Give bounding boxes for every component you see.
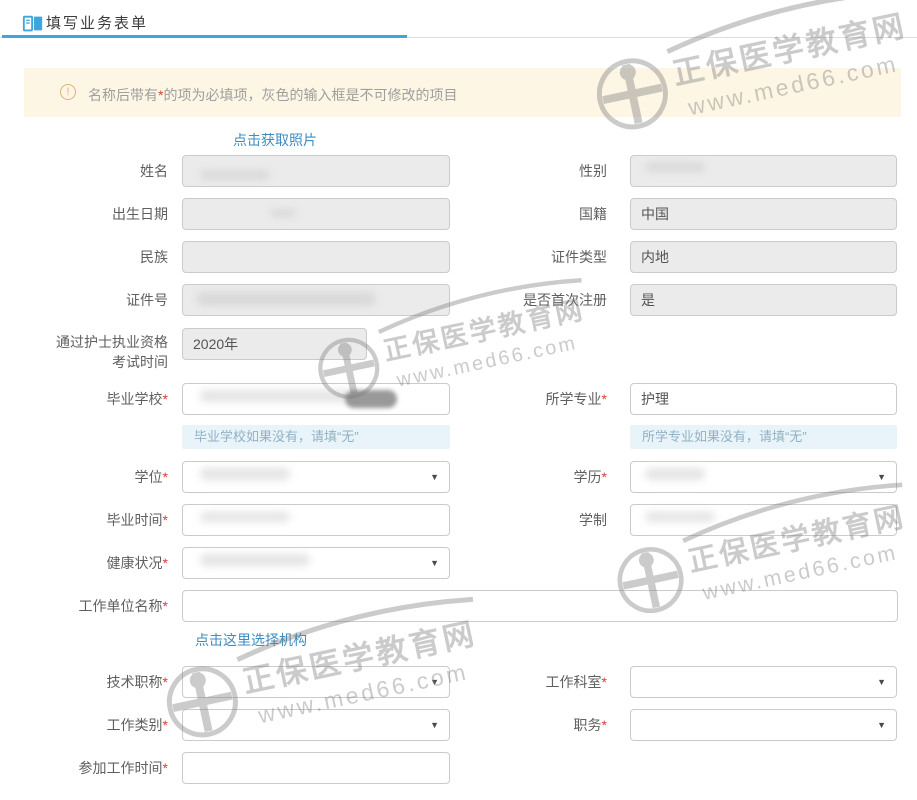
dropdown-arrow-icon: ▼ xyxy=(430,677,439,687)
id-number-label: 证件号 xyxy=(20,284,168,316)
degree-label: 学位* xyxy=(20,461,168,493)
schooling-field[interactable] xyxy=(630,504,897,536)
education-label-text: 学历 xyxy=(574,469,602,485)
dropdown-arrow-icon: ▼ xyxy=(430,472,439,482)
department-label-text: 工作科室 xyxy=(546,674,602,690)
first-registration-field[interactable] xyxy=(630,284,897,316)
education-select[interactable]: ▼ xyxy=(630,461,897,493)
department-label: 工作科室* xyxy=(450,666,607,698)
department-select[interactable]: ▼ xyxy=(630,666,897,698)
work-start-label-text: 参加工作时间 xyxy=(79,760,163,776)
graduation-time-required-star: * xyxy=(163,512,168,528)
gender-label: 性别 xyxy=(450,155,607,187)
major-hint: 所学专业如果没有，请填“无” xyxy=(630,425,897,449)
work-unit-label-text: 工作单位名称 xyxy=(79,598,163,614)
position-label-text: 职务 xyxy=(574,717,602,733)
exam-time-label-line2: 考试时间 xyxy=(112,354,168,370)
graduation-time-label: 毕业时间* xyxy=(20,504,168,536)
position-select[interactable]: ▼ xyxy=(630,709,897,741)
info-circle-icon: ! xyxy=(60,84,76,100)
work-unit-field[interactable] xyxy=(182,590,898,622)
tech-title-label-text: 技术职称 xyxy=(107,674,163,690)
work-category-label: 工作类别* xyxy=(20,709,168,741)
book-icon xyxy=(22,13,44,35)
work-unit-label: 工作单位名称* xyxy=(20,590,168,622)
dropdown-arrow-icon: ▼ xyxy=(877,677,886,687)
dropdown-arrow-icon: ▼ xyxy=(877,472,886,482)
dropdown-arrow-icon: ▼ xyxy=(430,720,439,730)
major-required-star: * xyxy=(602,391,607,407)
name-label: 姓名 xyxy=(20,155,168,187)
school-field[interactable] xyxy=(182,383,450,415)
nationality-field[interactable] xyxy=(630,198,897,230)
get-photo-link[interactable]: 点击获取照片 xyxy=(233,130,317,150)
education-required-star: * xyxy=(602,469,607,485)
work-unit-required-star: * xyxy=(163,598,168,614)
health-status-required-star: * xyxy=(163,555,168,571)
degree-required-star: * xyxy=(163,469,168,485)
header-divider-accent xyxy=(2,35,407,38)
dropdown-arrow-icon: ▼ xyxy=(430,558,439,568)
tech-title-select[interactable]: ▼ xyxy=(182,666,450,698)
graduation-time-field[interactable] xyxy=(182,504,450,536)
select-org-link[interactable]: 点击这里选择机构 xyxy=(195,630,307,650)
gender-field[interactable] xyxy=(630,155,897,187)
work-start-required-star: * xyxy=(163,760,168,776)
school-required-star: * xyxy=(163,391,168,407)
position-label: 职务* xyxy=(450,709,607,741)
education-label: 学历* xyxy=(450,461,607,493)
exam-time-field[interactable] xyxy=(182,328,367,360)
work-start-label: 参加工作时间* xyxy=(20,752,168,784)
birth-date-label: 出生日期 xyxy=(20,198,168,230)
graduation-time-label-text: 毕业时间 xyxy=(107,512,163,528)
notice-suffix: 的项为必填项，灰色的输入框是不可修改的项目 xyxy=(163,87,457,103)
required-fields-notice: ! 名称后带有*的项为必填项，灰色的输入框是不可修改的项目 xyxy=(24,68,901,117)
notice-text: 名称后带有*的项为必填项，灰色的输入框是不可修改的项目 xyxy=(88,85,457,105)
nationality-label: 国籍 xyxy=(450,198,607,230)
schooling-label: 学制 xyxy=(450,504,607,536)
health-status-label-text: 健康状况 xyxy=(107,555,163,571)
business-form-page: 填写业务表单 ! 名称后带有*的项为必填项，灰色的输入框是不可修改的项目 点击获… xyxy=(0,0,917,800)
exam-time-label: 通过护士执业资格 考试时间 xyxy=(20,332,168,372)
position-required-star: * xyxy=(602,717,607,733)
exam-time-label-line1: 通过护士执业资格 xyxy=(56,334,168,350)
school-label: 毕业学校* xyxy=(20,383,168,415)
work-start-field[interactable] xyxy=(182,752,450,784)
id-type-label: 证件类型 xyxy=(450,241,607,273)
school-hint: 毕业学校如果没有，请填“无” xyxy=(182,425,450,449)
major-label: 所学专业* xyxy=(450,383,607,415)
dropdown-arrow-icon: ▼ xyxy=(877,720,886,730)
notice-prefix: 名称后带有 xyxy=(88,87,158,103)
name-field[interactable] xyxy=(182,155,450,187)
major-label-text: 所学专业 xyxy=(546,391,602,407)
first-registration-label: 是否首次注册 xyxy=(450,284,607,316)
major-field[interactable] xyxy=(630,383,897,415)
ethnicity-field[interactable] xyxy=(182,241,450,273)
id-number-field[interactable] xyxy=(182,284,450,316)
school-label-text: 毕业学校 xyxy=(107,391,163,407)
work-category-select[interactable]: ▼ xyxy=(182,709,450,741)
health-status-label: 健康状况* xyxy=(20,547,168,579)
page-title: 填写业务表单 xyxy=(46,12,148,33)
birth-date-field[interactable] xyxy=(182,198,450,230)
work-category-label-text: 工作类别 xyxy=(107,717,163,733)
degree-label-text: 学位 xyxy=(135,469,163,485)
degree-select[interactable]: ▼ xyxy=(182,461,450,493)
health-status-select[interactable]: ▼ xyxy=(182,547,450,579)
tech-title-required-star: * xyxy=(163,674,168,690)
id-type-field[interactable] xyxy=(630,241,897,273)
ethnicity-label: 民族 xyxy=(20,241,168,273)
tech-title-label: 技术职称* xyxy=(20,666,168,698)
department-required-star: * xyxy=(602,674,607,690)
work-category-required-star: * xyxy=(163,717,168,733)
